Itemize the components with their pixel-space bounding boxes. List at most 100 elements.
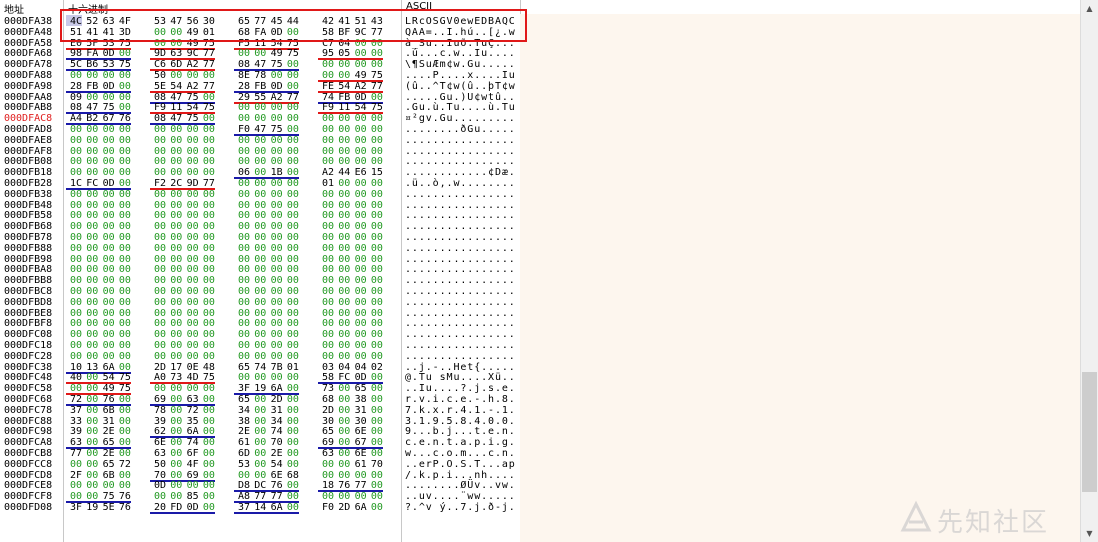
hex-byte[interactable]: 00: [336, 210, 352, 221]
hex-byte[interactable]: 00: [117, 124, 133, 135]
hex-byte[interactable]: 53: [236, 459, 252, 470]
hex-byte[interactable]: 48: [201, 362, 217, 373]
hex-byte[interactable]: 00: [152, 254, 168, 265]
hex-byte[interactable]: 00: [336, 470, 352, 481]
hex-byte[interactable]: 00: [185, 264, 201, 275]
hex-byte[interactable]: 00: [269, 351, 285, 362]
hex-byte[interactable]: 5E: [101, 502, 117, 513]
hex-byte[interactable]: 00: [269, 189, 285, 200]
hex-byte[interactable]: 00: [353, 308, 369, 319]
hex-byte[interactable]: 00: [84, 405, 100, 416]
hex-byte[interactable]: 30: [320, 416, 336, 427]
hex-byte[interactable]: 00: [369, 135, 385, 146]
hex-byte[interactable]: 00: [320, 113, 336, 124]
hex-byte[interactable]: 74: [252, 362, 268, 373]
hex-byte[interactable]: 2E: [269, 448, 285, 459]
hex-byte[interactable]: 68: [285, 470, 301, 481]
hex-byte[interactable]: 00: [236, 113, 252, 124]
hex-byte[interactable]: 00: [201, 340, 217, 351]
hex-byte[interactable]: 2D: [269, 394, 285, 405]
hex-byte[interactable]: 00: [336, 351, 352, 362]
hex-byte[interactable]: 00: [353, 254, 369, 265]
hex-byte[interactable]: 00: [285, 275, 301, 286]
hex-byte[interactable]: 00: [101, 297, 117, 308]
hex-byte[interactable]: 00: [201, 146, 217, 157]
hex-byte[interactable]: 00: [185, 210, 201, 221]
hex-byte[interactable]: 00: [285, 426, 301, 437]
hex-byte[interactable]: 00: [101, 146, 117, 157]
hex-byte[interactable]: 00: [320, 189, 336, 200]
hex-byte[interactable]: 00: [369, 340, 385, 351]
ascii-cell[interactable]: ................: [405, 254, 516, 265]
hex-byte[interactable]: 2E: [101, 426, 117, 437]
hex-byte[interactable]: 00: [269, 232, 285, 243]
hex-byte[interactable]: 00: [201, 351, 217, 362]
hex-byte[interactable]: 00: [252, 416, 268, 427]
hex-byte[interactable]: 00: [185, 232, 201, 243]
hex-byte[interactable]: 2D: [320, 405, 336, 416]
hex-byte[interactable]: 00: [117, 470, 133, 481]
hex-byte[interactable]: 00: [84, 351, 100, 362]
hex-byte[interactable]: 00: [117, 146, 133, 157]
hex-byte[interactable]: 00: [353, 340, 369, 351]
hex-byte[interactable]: 00: [168, 167, 184, 178]
ascii-cell[interactable]: ................: [405, 264, 516, 275]
hex-byte[interactable]: 00: [101, 200, 117, 211]
hex-byte[interactable]: 00: [269, 275, 285, 286]
hex-byte[interactable]: 00: [101, 275, 117, 286]
hex-byte[interactable]: 00: [236, 308, 252, 319]
hex-byte[interactable]: 00: [84, 308, 100, 319]
hex-byte[interactable]: 0E: [185, 362, 201, 373]
hex-byte[interactable]: 00: [369, 232, 385, 243]
hex-byte[interactable]: 00: [101, 189, 117, 200]
ascii-cell[interactable]: ................: [405, 146, 516, 157]
ascii-cell[interactable]: c.e.n.t.a.p.i.g.: [405, 437, 516, 448]
hex-byte[interactable]: 00: [369, 394, 385, 405]
hex-byte[interactable]: 00: [285, 102, 301, 113]
hex-byte[interactable]: 00: [236, 372, 252, 383]
hex-byte[interactable]: 00: [369, 124, 385, 135]
hex-byte[interactable]: 00: [252, 135, 268, 146]
hex-byte[interactable]: 00: [68, 221, 84, 232]
hex-byte[interactable]: 00: [84, 146, 100, 157]
hex-byte[interactable]: 00: [68, 275, 84, 286]
hex-byte[interactable]: 00: [84, 232, 100, 243]
hex-byte[interactable]: 00: [185, 189, 201, 200]
hex-byte[interactable]: 00: [201, 286, 217, 297]
hex-byte[interactable]: 00: [369, 405, 385, 416]
hex-byte[interactable]: 00: [152, 329, 168, 340]
hex-byte[interactable]: 00: [84, 318, 100, 329]
hex-byte[interactable]: 00: [68, 297, 84, 308]
hex-byte[interactable]: 00: [101, 221, 117, 232]
hex-byte[interactable]: 00: [101, 308, 117, 319]
hex-byte[interactable]: 00: [101, 124, 117, 135]
hex-byte[interactable]: 00: [201, 437, 217, 448]
hex-byte[interactable]: 00: [336, 394, 352, 405]
hex-byte[interactable]: 00: [285, 243, 301, 254]
hex-byte[interactable]: 00: [285, 189, 301, 200]
hex-byte[interactable]: 00: [269, 156, 285, 167]
hex-byte[interactable]: 00: [369, 502, 385, 513]
ascii-cell[interactable]: ................: [405, 308, 516, 319]
hex-byte[interactable]: 00: [285, 405, 301, 416]
hex-byte[interactable]: 00: [285, 437, 301, 448]
hex-byte[interactable]: 00: [68, 243, 84, 254]
hex-byte[interactable]: 00: [185, 221, 201, 232]
hex-byte[interactable]: 00: [185, 146, 201, 157]
hex-byte[interactable]: 00: [336, 318, 352, 329]
hex-byte[interactable]: 50: [152, 459, 168, 470]
hex-byte[interactable]: 00: [201, 254, 217, 265]
hex-byte[interactable]: 00: [369, 189, 385, 200]
hex-byte[interactable]: 00: [252, 232, 268, 243]
ascii-data-area[interactable]: LRcOSGV0ewEDBAQC QAA=..I.hú..[¿.w à_Su..Iu…: [402, 14, 520, 542]
hex-byte[interactable]: 00: [336, 491, 352, 502]
hex-byte[interactable]: 00: [320, 491, 336, 502]
hex-byte[interactable]: 00: [252, 156, 268, 167]
hex-byte[interactable]: 00: [68, 329, 84, 340]
hex-byte[interactable]: 00: [152, 243, 168, 254]
hex-byte[interactable]: 00: [201, 135, 217, 146]
hex-byte[interactable]: 00: [84, 135, 100, 146]
hex-byte[interactable]: 00: [353, 124, 369, 135]
hex-byte[interactable]: 00: [84, 243, 100, 254]
hex-byte[interactable]: 00: [236, 318, 252, 329]
